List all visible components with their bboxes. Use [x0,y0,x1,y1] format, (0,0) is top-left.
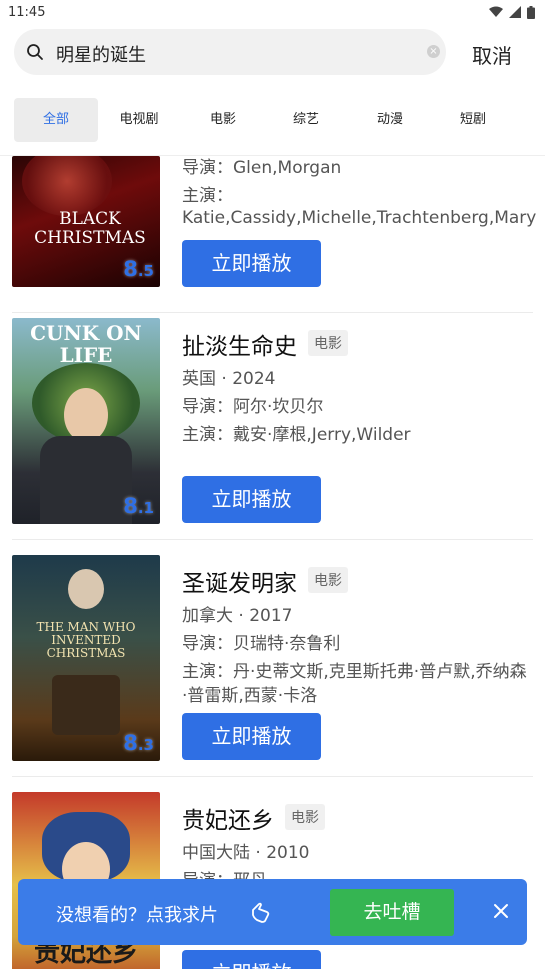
poster-title: BLACK CHRISTMAS [34,209,146,248]
movie-title[interactable]: 扯淡生命史 [182,327,297,361]
score-badge: 8.1 [123,494,154,518]
list-item[interactable]: CUNK ON LIFE 8.1 扯淡生命史 电影 英国 · 2024 导演：阿… [0,303,545,540]
poster-title: CUNK ON LIFE [30,321,142,367]
wifi-icon [489,6,503,17]
tab-movie[interactable]: 电影 [181,98,265,142]
poster-body [40,436,132,524]
type-badge: 电影 [285,804,325,830]
play-button[interactable]: 立即播放 [182,950,321,969]
region-year: 英国 · 2024 [182,369,276,389]
status-bar: 11:45 [0,0,545,24]
results-list: BLACK CHRISTMAS 8.5 导演：Glen,Morgan 主演： K… [0,156,545,969]
category-tabs: 全部 电视剧 电影 综艺 动漫 短剧 [0,84,545,156]
play-button[interactable]: 立即播放 [182,240,321,287]
poster-image[interactable]: BLACK CHRISTMAS 8.5 [12,156,160,287]
tab-variety[interactable]: 综艺 [264,98,348,142]
poster-image[interactable]: CUNK ON LIFE 8.1 [12,318,160,524]
feedback-banner[interactable]: 没想看的？点我求片 去吐槽 [18,879,527,945]
poster-face [68,569,104,609]
feedback-text[interactable]: 没想看的？点我求片 [56,901,218,927]
movie-title[interactable]: 圣诞发明家 [182,564,297,598]
poster-image[interactable]: THE MAN WHO INVENTED CHRISTMAS 8.3 [12,555,160,761]
cast-text: 主演：丹·史蒂文斯,克里斯托弗·普卢默,乔纳森·普雷斯,西蒙·卡洛 [182,662,527,706]
status-icons [489,5,535,19]
type-badge: 电影 [308,567,348,593]
region-year: 中国大陆 · 2010 [182,843,310,863]
search-input[interactable]: 明星的诞生 [56,41,146,67]
pointing-hand-icon [252,902,270,923]
close-icon[interactable] [492,902,510,920]
battery-icon [527,5,535,19]
cast-text: 主演：戴安·摩根,Jerry,Wilder [182,425,411,445]
cancel-button[interactable]: 取消 [472,40,512,69]
tab-tv[interactable]: 电视剧 [97,98,181,142]
director-text: 导演：阿尔·坎贝尔 [182,397,324,417]
score-badge: 8.5 [123,257,154,281]
tab-all[interactable]: 全部 [14,98,98,142]
list-item[interactable]: BLACK CHRISTMAS 8.5 导演：Glen,Morgan 主演： K… [0,156,545,313]
signal-icon [509,6,521,18]
region-year: 加拿大 · 2017 [182,606,293,626]
play-button[interactable]: 立即播放 [182,476,321,523]
type-badge: 电影 [308,330,348,356]
list-item[interactable]: THE MAN WHO INVENTED CHRISTMAS 8.3 圣诞发明家… [0,540,545,777]
score-badge: 8.3 [123,731,154,755]
tab-anime[interactable]: 动漫 [348,98,432,142]
poster-art [22,156,112,216]
feedback-button[interactable]: 去吐槽 [330,889,454,936]
director-text: 导演：贝瑞特·奈鲁利 [182,634,341,654]
poster-face [64,388,108,442]
movie-title[interactable]: 贵妃还乡 [182,801,274,835]
cast-text: Katie,Cassidy,Michelle,Trachtenberg,Mary [182,208,537,228]
clear-search-icon[interactable]: × [427,45,440,58]
poster-desk [52,675,120,735]
search-icon [27,44,43,60]
status-time: 11:45 [8,4,46,20]
search-header: 明星的诞生 × 取消 [0,24,545,84]
tab-short[interactable]: 短剧 [431,98,515,142]
search-box[interactable]: 明星的诞生 × [14,29,446,75]
poster-title: THE MAN WHO INVENTED CHRISTMAS [36,620,136,660]
director-text: 导演：Glen,Morgan [182,158,342,178]
cast-label: 主演： [182,186,233,206]
play-button[interactable]: 立即播放 [182,713,321,760]
